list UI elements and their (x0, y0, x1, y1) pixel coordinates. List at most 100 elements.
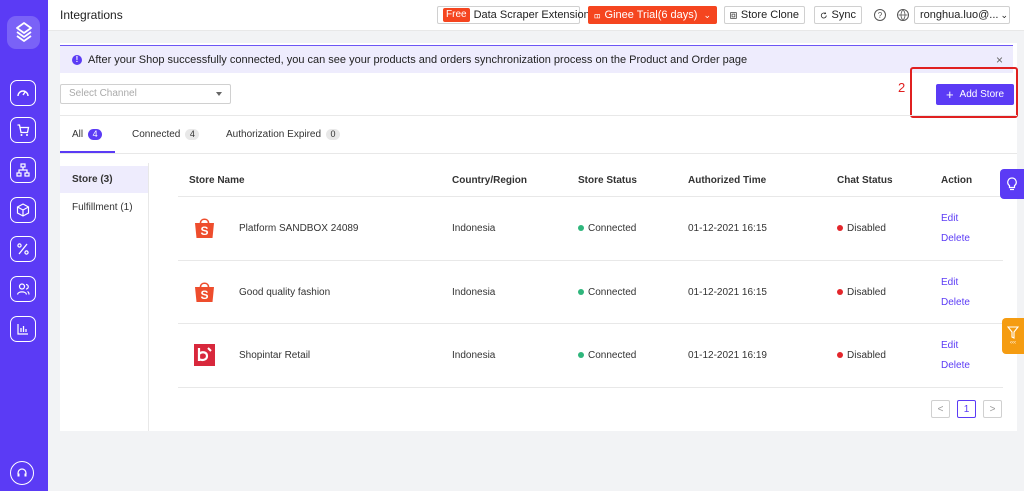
top-bar: Integrations Free Data Scraper Extension… (48, 0, 1024, 31)
users-icon[interactable] (10, 276, 36, 302)
trial-button[interactable]: Ginee Trial(6 days) ⌄ (588, 6, 717, 24)
tab-all[interactable]: All 4 (72, 129, 103, 140)
authorized-time: 01-12-2021 16:19 (688, 350, 767, 361)
logo-icon[interactable] (7, 16, 40, 49)
sync-label: Sync (831, 9, 856, 21)
shopee-logo-icon: S (195, 282, 214, 302)
delete-link[interactable]: Delete (941, 297, 970, 308)
chevrons-left-icon: ‹‹‹ (1010, 340, 1016, 346)
status-text: Connected (588, 287, 637, 298)
channel-select-placeholder: Select Channel (69, 88, 137, 99)
trial-label: Ginee Trial(6 days) (604, 9, 698, 21)
pagination-page-button[interactable]: 1 (957, 400, 976, 418)
chevron-down-icon: ⌄ (1000, 9, 1008, 20)
tab-label: All (72, 129, 84, 140)
authorized-time: 01-12-2021 16:15 (688, 223, 767, 234)
edit-link[interactable]: Edit (941, 213, 958, 224)
edit-link[interactable]: Edit (941, 340, 958, 351)
add-store-label: Add Store (959, 89, 1005, 100)
store-country: Indonesia (452, 287, 496, 298)
package-icon[interactable] (10, 197, 36, 223)
row-divider (178, 196, 1003, 197)
filter-icon[interactable]: ‹‹‹ (1002, 318, 1024, 354)
user-label: ronghua.luo@... (920, 9, 999, 21)
column-header-country: Country/Region (452, 175, 527, 186)
data-scraper-button[interactable]: Free Data Scraper Extension (437, 6, 590, 24)
globe-icon[interactable] (897, 9, 909, 21)
tab-count-badge: 0 (326, 129, 341, 140)
row-divider (178, 323, 1003, 324)
add-store-button[interactable]: + Add Store (936, 84, 1014, 105)
tab-count-badge: 4 (185, 129, 200, 140)
column-header-chat-status: Chat Status (837, 175, 893, 186)
sidebar (0, 0, 48, 491)
store-name: Good quality fashion (239, 287, 331, 298)
status-dot (578, 352, 584, 359)
delete-link[interactable]: Delete (941, 233, 970, 244)
tab-label: Authorization Expired (226, 129, 322, 140)
side-item-store[interactable]: Store (3) (60, 166, 148, 193)
plus-icon: + (945, 86, 954, 102)
chart-icon[interactable] (10, 316, 36, 342)
chat-status-text: Disabled (847, 223, 886, 234)
side-item-fulfillment[interactable]: Fulfillment (1) (60, 194, 148, 221)
gift-icon (594, 13, 601, 18)
column-header-authorized-time: Authorized Time (688, 175, 767, 186)
store-name: Shopintar Retail (239, 350, 311, 361)
free-tag: Free (443, 8, 470, 22)
divider (60, 153, 1017, 154)
column-header-store-name: Store Name (189, 175, 245, 186)
store-name: Platform SANDBOX 24089 (239, 223, 359, 234)
sync-icon (820, 11, 827, 18)
status-text: Connected (588, 223, 637, 234)
pagination-next-button[interactable]: > (983, 400, 1002, 418)
bulb-icon[interactable] (1000, 169, 1024, 199)
page-title: Integrations (60, 8, 123, 22)
store-country: Indonesia (452, 350, 496, 361)
chat-status: Disabled (837, 223, 886, 234)
store-status: Connected (578, 223, 636, 234)
close-icon[interactable]: × (996, 53, 1003, 67)
shopee-logo-icon: S (195, 218, 214, 238)
svg-text:S: S (200, 288, 208, 302)
question-icon[interactable]: ? (874, 9, 886, 21)
store-country: Indonesia (452, 223, 496, 234)
tab-count-badge: 4 (88, 129, 103, 140)
chat-status-text: Disabled (847, 287, 886, 298)
store-clone-label: Store Clone (740, 9, 799, 21)
channel-select[interactable]: Select Channel (60, 84, 231, 104)
clone-icon (730, 11, 737, 19)
notice-text: After your Shop successfully connected, … (88, 53, 748, 66)
hierarchy-icon[interactable] (10, 157, 36, 183)
user-menu-button[interactable]: ronghua.luo@... ⌄ (914, 6, 1010, 24)
delete-link[interactable]: Delete (941, 360, 970, 371)
column-header-action: Action (941, 175, 973, 186)
tab-connected[interactable]: Connected 4 (132, 129, 200, 140)
status-text: Connected (588, 350, 637, 361)
chat-status: Disabled (837, 287, 886, 298)
sync-button[interactable]: Sync (814, 6, 862, 24)
tab-authorization-expired[interactable]: Authorization Expired 0 (226, 129, 341, 140)
column-header-store-status: Store Status (578, 175, 637, 186)
annotation-number: 2 (898, 80, 906, 95)
cart-icon[interactable] (10, 117, 36, 143)
divider (60, 115, 1017, 116)
store-status: Connected (578, 287, 636, 298)
authorized-time: 01-12-2021 16:15 (688, 287, 767, 298)
edit-link[interactable]: Edit (941, 277, 958, 288)
store-status: Connected (578, 350, 636, 361)
store-clone-button[interactable]: Store Clone (724, 6, 805, 24)
status-dot (837, 225, 843, 232)
shopintar-logo-icon (194, 344, 215, 366)
status-dot (578, 289, 584, 296)
headset-icon[interactable] (10, 461, 34, 485)
panel-divider (148, 163, 149, 431)
chat-status: Disabled (837, 350, 886, 361)
dashboard-icon[interactable] (10, 80, 36, 106)
status-dot (837, 289, 843, 296)
pagination-prev-button[interactable]: < (931, 400, 950, 418)
percent-icon[interactable] (10, 236, 36, 262)
svg-text:S: S (200, 224, 208, 238)
info-icon: ! (72, 54, 82, 65)
data-scraper-label: Data Scraper Extension (473, 9, 590, 21)
